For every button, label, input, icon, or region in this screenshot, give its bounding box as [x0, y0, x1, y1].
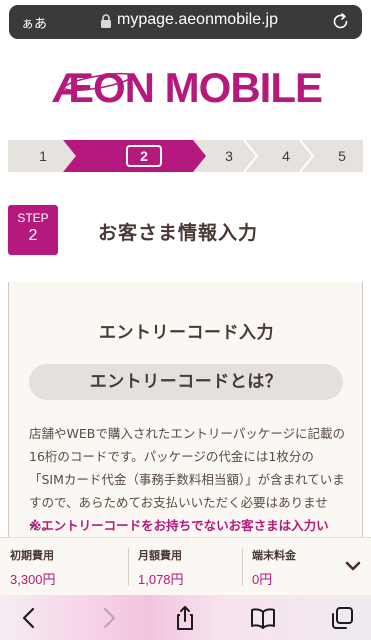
- text-size-button[interactable]: ぁあ: [21, 13, 47, 32]
- address-bar[interactable]: ぁあ mypage.aeonmobile.jp: [9, 5, 362, 39]
- tabs-icon[interactable]: [329, 605, 355, 631]
- entry-code-card: エントリーコード入力 エントリーコードとは？ 店舗やWEBで購入されたエントリー…: [8, 282, 363, 552]
- lock-icon: [101, 14, 111, 28]
- step-badge: STEP 2: [8, 205, 58, 255]
- initial-fee: 初期費用 3,300円: [10, 547, 56, 588]
- page-title: お客さま情報入力: [98, 222, 259, 244]
- step-5: 5: [338, 148, 346, 164]
- fee-summary-bar[interactable]: 初期費用 3,300円 月額費用 1,078円 端末料金 0円: [0, 537, 371, 595]
- step-4: 4: [282, 148, 290, 164]
- back-icon[interactable]: [16, 605, 42, 631]
- bookmarks-icon[interactable]: [250, 605, 276, 631]
- reload-icon[interactable]: [331, 12, 351, 32]
- progress-stepper: 1 2 3 4 5: [8, 140, 363, 172]
- initial-fee-label: 初期費用: [10, 549, 54, 562]
- divider: [242, 548, 243, 586]
- device-fee: 端末料金 0円: [252, 547, 296, 588]
- share-icon[interactable]: [172, 605, 198, 631]
- step-badge-number: 2: [28, 227, 38, 244]
- forward-icon[interactable]: [96, 605, 122, 631]
- step-badge-label: STEP: [17, 211, 49, 225]
- url-text: mypage.aeonmobile.jp: [117, 11, 278, 28]
- browser-address-area: ぁあ mypage.aeonmobile.jp: [0, 0, 371, 50]
- device-fee-label: 端末料金: [252, 549, 296, 562]
- entry-code-warning: ※エントリーコードをお持ちでないお客さまは入力い: [29, 518, 329, 533]
- chevron-down-icon[interactable]: [345, 560, 361, 572]
- monthly-fee: 月額費用 1,078円: [138, 547, 184, 588]
- browser-toolbar: [0, 595, 371, 640]
- aeon-mobile-logo[interactable]: ÆON MOBILE: [50, 62, 322, 112]
- monthly-fee-label: 月額費用: [138, 549, 182, 562]
- device-fee-value: 0円: [252, 572, 273, 587]
- entry-code-heading: エントリーコード入力: [99, 323, 274, 343]
- initial-fee-value: 3,300円: [10, 572, 56, 587]
- stepper-track: [8, 140, 363, 172]
- step-2-current: 2: [126, 145, 162, 167]
- monthly-fee-value: 1,078円: [138, 572, 184, 587]
- svg-text:ÆON MOBILE: ÆON MOBILE: [52, 64, 322, 111]
- divider: [128, 548, 129, 586]
- step-1: 1: [39, 148, 47, 164]
- entry-code-faq-button[interactable]: エントリーコードとは？: [29, 364, 343, 400]
- step-3: 3: [225, 148, 233, 164]
